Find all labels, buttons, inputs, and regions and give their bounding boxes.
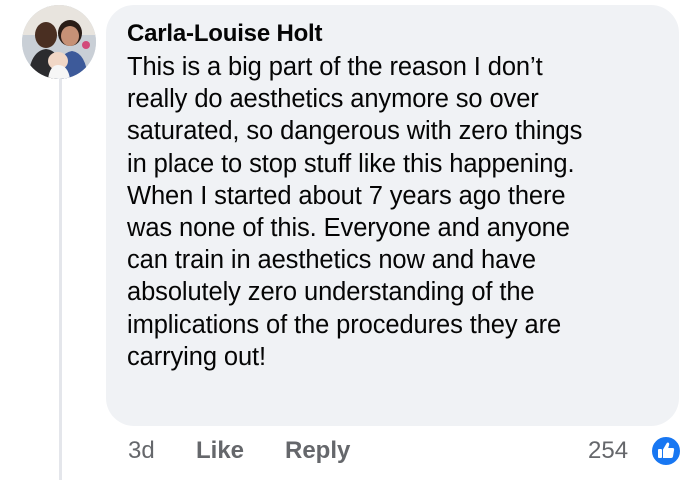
comment-timestamp[interactable]: 3d: [128, 436, 155, 466]
like-thumb-glyph: [658, 442, 675, 458]
reaction-count[interactable]: 254: [588, 436, 628, 466]
comment-actions-bar: 3d Like Reply 254: [0, 430, 700, 474]
thread-line: [59, 78, 62, 480]
comment-text: This is a big part of the reason I don’t…: [127, 53, 583, 371]
reply-button[interactable]: Reply: [285, 436, 350, 466]
like-thumb-icon[interactable]: [650, 435, 682, 467]
like-button[interactable]: Like: [196, 436, 244, 466]
avatar-photo: [22, 5, 96, 79]
comment-author-name[interactable]: Carla-Louise Holt: [127, 19, 659, 49]
comment-bubble: Carla-Louise Holt This is a big part of …: [106, 5, 679, 426]
avatar[interactable]: [22, 5, 96, 79]
